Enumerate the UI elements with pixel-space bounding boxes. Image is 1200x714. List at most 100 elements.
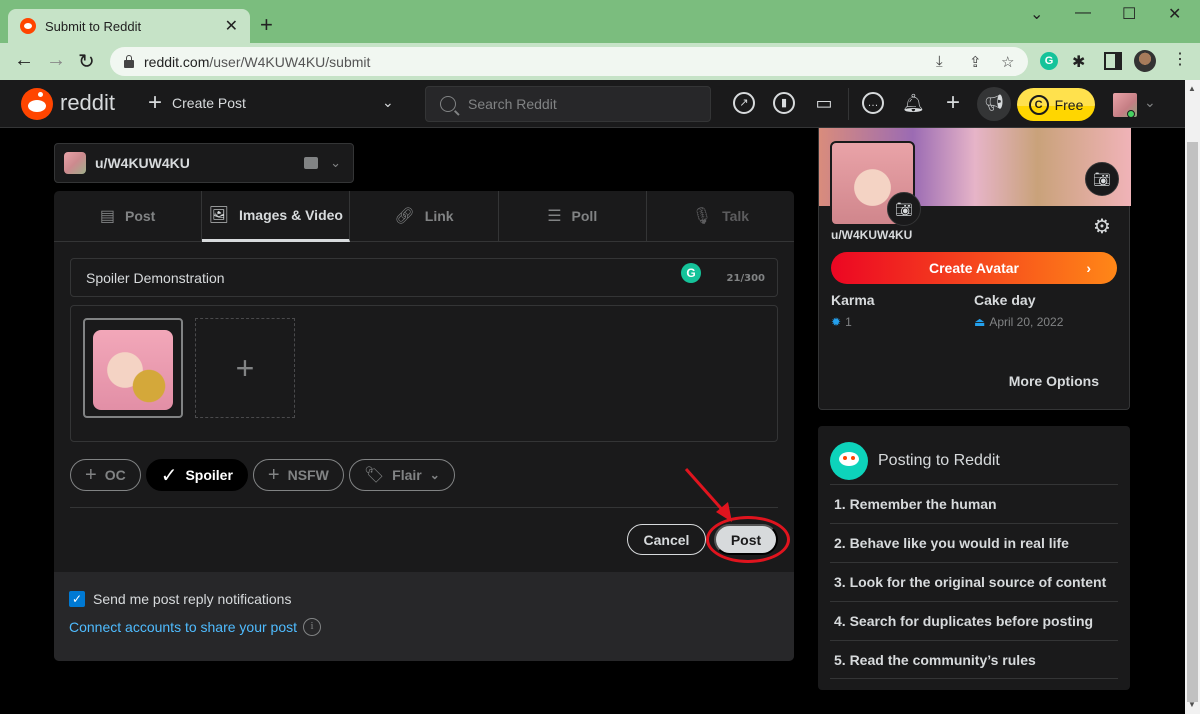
profile-card: 📷︎ 📷︎ ⚙ u/W4KUW4KU Create Avatar › Karma… xyxy=(818,128,1131,410)
notifications-checkbox[interactable]: ✓ xyxy=(69,591,85,607)
title-input[interactable]: Spoiler Demonstration G 21/300 xyxy=(70,258,778,297)
rule-item: 2. Behave like you would in real life xyxy=(830,523,1118,562)
connect-accounts-link[interactable]: Connect accounts to share your post xyxy=(69,619,297,635)
coins-free-button[interactable]: C Free xyxy=(1017,88,1095,121)
tag-label: Flair xyxy=(392,467,422,483)
create-post-label: Create Post xyxy=(172,95,246,111)
advertise-megaphone-icon[interactable]: 📢︎ xyxy=(977,87,1011,121)
url-text: reddit.com/user/W4KUW4KU/submit xyxy=(144,53,371,70)
tab-talk[interactable]: 🎙︎ Talk xyxy=(647,191,794,241)
reddit-wordmark[interactable]: reddit xyxy=(60,90,115,116)
rules-list: 1. Remember the human 2. Behave like you… xyxy=(830,484,1118,679)
side-panel-icon[interactable] xyxy=(1104,52,1122,70)
uploaded-image-thumbnail[interactable] xyxy=(83,318,183,418)
divider xyxy=(70,507,778,508)
back-button[interactable]: ← xyxy=(14,49,34,72)
notifications-option: ✓ Send me post reply notifications xyxy=(69,591,291,607)
chevron-down-icon[interactable]: ⌄ xyxy=(330,155,341,171)
karma-value: 1 xyxy=(845,315,852,329)
user-menu-chevron-icon[interactable]: ⌄ xyxy=(1144,94,1156,111)
reddit-logo-icon[interactable] xyxy=(21,88,53,120)
annotation-arrow-icon xyxy=(684,468,732,522)
reddit-header: reddit + Create Post ⌄ Search Reddit ↗ ▮… xyxy=(0,80,1185,128)
live-video-icon[interactable]: ▭ xyxy=(813,92,835,114)
rule-item: 5. Read the community’s rules xyxy=(830,640,1118,679)
reload-button[interactable]: ↻ xyxy=(78,49,95,74)
title-value: Spoiler Demonstration xyxy=(86,269,225,286)
new-tab-button[interactable]: + xyxy=(260,12,273,38)
poll-icon: ☰ xyxy=(547,208,562,225)
rule-item: 1. Remember the human xyxy=(830,484,1118,523)
karma-value-row: ✹ 1 xyxy=(831,315,852,329)
chrome-profile-avatar[interactable] xyxy=(1134,50,1156,72)
tab-link[interactable]: 🔗︎ Link xyxy=(350,191,499,241)
cakeday-value-row: ⏏ April 20, 2022 xyxy=(974,315,1063,329)
notifications-label: Send me post reply notifications xyxy=(93,591,292,607)
media-upload-area[interactable]: + xyxy=(70,305,778,442)
forward-button[interactable]: → xyxy=(46,49,66,72)
free-label: Free xyxy=(1054,96,1084,113)
close-window-button[interactable]: ✕ xyxy=(1168,4,1181,24)
popular-icon[interactable]: ↗ xyxy=(733,92,755,114)
settings-gear-icon[interactable]: ⚙ xyxy=(1093,214,1111,239)
post-options-footer: ✓ Send me post reply notifications Conne… xyxy=(54,572,794,661)
tab-label: Images & Video xyxy=(238,207,343,223)
tab-label: Post xyxy=(124,208,156,224)
oc-tag-button[interactable]: + OC xyxy=(70,459,141,491)
community-avatar xyxy=(64,152,86,174)
karma-icon: ✹ xyxy=(831,315,842,329)
maximize-button[interactable]: ☐ xyxy=(1122,4,1136,24)
extensions-puzzle-icon[interactable]: ✱ xyxy=(1072,52,1090,71)
share-icon[interactable]: ⇪ xyxy=(969,53,982,71)
header-divider xyxy=(848,88,849,120)
community-name: u/W4KUW4KU xyxy=(95,155,190,171)
search-input[interactable]: Search Reddit xyxy=(425,86,711,122)
browser-titlebar: Submit to Reddit ✕ + ⌄ — ☐ ✕ xyxy=(0,0,1200,43)
snoo-mascot-icon xyxy=(830,442,868,480)
chat-icon[interactable]: … xyxy=(862,92,884,114)
tag-label: NSFW xyxy=(287,467,329,483)
close-tab-icon[interactable]: ✕ xyxy=(225,16,238,36)
tab-poll[interactable]: ☰ Poll xyxy=(499,191,647,241)
create-plus-icon[interactable]: + xyxy=(942,91,964,115)
tab-post[interactable]: ▤ Post xyxy=(54,191,203,241)
tag-label: Spoiler xyxy=(185,467,233,483)
page-scrollbar[interactable]: ▲ ▼ xyxy=(1185,80,1200,714)
tab-search-chevron-icon[interactable]: ⌄ xyxy=(1030,4,1043,24)
reddit-favicon-icon xyxy=(20,18,36,34)
create-post-dropdown[interactable]: + Create Post xyxy=(148,91,246,115)
community-selector[interactable]: u/W4KUW4KU ⌄ xyxy=(54,143,354,183)
more-options-button[interactable]: More Options xyxy=(1009,373,1099,389)
tab-images-video[interactable]: 🖼︎ Images & Video xyxy=(202,191,351,242)
stats-icon[interactable]: ▮ xyxy=(773,92,795,114)
chevron-down-icon[interactable]: ⌄ xyxy=(382,94,394,111)
rules-title: Posting to Reddit xyxy=(878,452,1000,469)
bookmark-star-icon[interactable]: ☆ xyxy=(1001,53,1014,71)
install-app-icon[interactable]: ⤓ xyxy=(936,53,943,70)
grammarly-icon[interactable]: G xyxy=(681,263,701,283)
scroll-up-arrow-icon[interactable]: ▲ xyxy=(1188,84,1196,93)
post-button[interactable]: Post xyxy=(714,524,778,555)
chrome-menu-icon[interactable]: ⋮ xyxy=(1172,49,1188,69)
post-type-tabs: ▤ Post 🖼︎ Images & Video 🔗︎ Link ☰ Poll … xyxy=(54,191,794,242)
add-avatar-camera-icon[interactable]: 📷︎ xyxy=(887,192,921,226)
flair-tag-button[interactable]: 🏷︎ Flair ⌄ xyxy=(348,459,455,491)
nsfw-tag-button[interactable]: + NSFW xyxy=(252,459,344,491)
link-icon: 🔗︎ xyxy=(394,208,415,225)
scroll-down-arrow-icon[interactable]: ▼ xyxy=(1188,700,1196,709)
cancel-button[interactable]: Cancel xyxy=(627,524,706,555)
drafts-icon[interactable] xyxy=(304,157,319,169)
grammarly-extension-icon[interactable]: G xyxy=(1040,52,1058,70)
info-icon[interactable]: i xyxy=(303,618,322,636)
rule-item: 4. Search for duplicates before posting xyxy=(830,601,1118,640)
notifications-bell-icon[interactable]: 🔔︎ xyxy=(902,92,925,114)
add-banner-camera-icon[interactable]: 📷︎ xyxy=(1085,162,1119,196)
profile-username[interactable]: u/W4KUW4KU xyxy=(831,228,912,242)
add-media-button[interactable]: + xyxy=(195,318,295,418)
address-bar[interactable]: reddit.com/user/W4KUW4KU/submit ⤓ ⇪ ☆ xyxy=(110,47,1028,76)
scroll-thumb[interactable] xyxy=(1187,142,1198,702)
minimize-button[interactable]: — xyxy=(1075,4,1091,22)
browser-tab[interactable]: Submit to Reddit ✕ xyxy=(8,9,250,43)
create-avatar-button[interactable]: Create Avatar › xyxy=(831,252,1117,284)
spoiler-tag-button[interactable]: ✓ Spoiler xyxy=(145,459,248,491)
